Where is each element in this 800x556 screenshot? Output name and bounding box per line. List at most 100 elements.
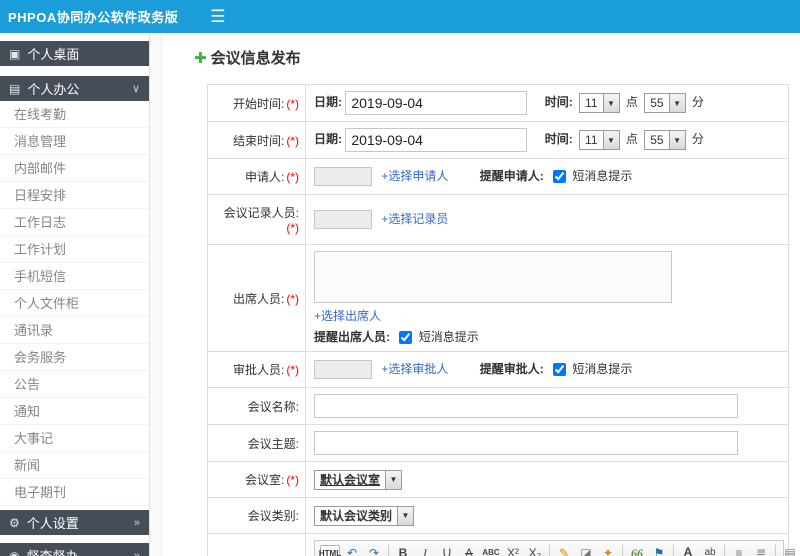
choose-attendees-link[interactable]: +选择出席人: [314, 309, 381, 323]
approver-label: 审批人员: (*): [207, 351, 306, 388]
page-title-text: 会议信息发布: [210, 50, 301, 67]
sidebar-item-meeting-service[interactable]: 会务服务: [0, 344, 149, 371]
sidebar-item-label: 个人设置: [26, 516, 79, 531]
sidebar-item-attendance[interactable]: 在线考勤: [0, 101, 149, 128]
form-row-attendees: 出席人员: (*) +选择出席人 提醒出席人员: 短消息提示: [207, 244, 789, 352]
sidebar-scrollbar[interactable]: [150, 33, 162, 556]
main-content: ✚ 会议信息发布 开始时间:(*) 日期: 时间: 11▼ 点 55▼: [162, 33, 800, 556]
time-label: 时间:: [544, 95, 573, 110]
sms-label: 短消息提示: [572, 168, 633, 183]
sidebar-item-work-plan[interactable]: 工作计划: [0, 236, 149, 263]
form-row-applicant: 申请人: (*) +选择申请人 提醒申请人: 短消息提示: [207, 158, 789, 195]
sidebar-item-file-cabinet[interactable]: 个人文件柜: [0, 290, 149, 317]
choose-approver-link[interactable]: +选择审批人: [381, 362, 448, 376]
ordered-list-icon[interactable]: ≡: [729, 543, 749, 556]
form-row-meeting-room: 会议室: (*) 默认会议室 ▼: [207, 461, 789, 498]
form-row-approver: 审批人员: (*) +选择审批人 提醒审批人: 短消息提示: [207, 351, 789, 388]
strikethrough-icon[interactable]: A: [459, 543, 479, 556]
hour-unit: 点: [625, 132, 638, 147]
sidebar-item-contacts[interactable]: 通讯录: [0, 317, 149, 344]
superscript-icon[interactable]: X²: [503, 543, 523, 556]
recorder-input[interactable]: [314, 210, 372, 230]
undo-icon[interactable]: ↶: [342, 543, 362, 556]
meeting-topic-input[interactable]: [314, 431, 738, 455]
highlight-color-icon[interactable]: ab: [700, 545, 720, 556]
toolbar-separator: [388, 545, 389, 556]
choose-recorder-link[interactable]: +选择记录员: [381, 212, 448, 226]
bold-icon[interactable]: B: [393, 543, 413, 556]
sidebar-item-supervision[interactable]: ◉ 督查督办 »: [0, 543, 149, 556]
remind-applicant-label: 提醒申请人:: [479, 168, 544, 183]
minute-unit: 分: [691, 95, 704, 110]
form-row-content-editor: HTML ↶ ↷ B I U A ABC X² X₂ ✎ ◪ ✦ 66 ⚑ A …: [207, 533, 796, 556]
end-date-input[interactable]: [345, 128, 528, 152]
form-row-meeting-topic: 会议主题:: [207, 424, 789, 462]
clear-style-icon[interactable]: ✦: [598, 543, 618, 556]
sidebar-item-e-journal[interactable]: 电子期刊: [0, 479, 149, 506]
applicant-sms-checkbox[interactable]: [553, 170, 567, 184]
meeting-room-select[interactable]: 默认会议室 ▼: [314, 469, 403, 490]
sidebar-item-work-log[interactable]: 工作日志: [0, 209, 149, 236]
underline-icon[interactable]: U: [437, 543, 457, 556]
end-minute-select[interactable]: 55 ▼: [644, 130, 686, 150]
sidebar-item-personal-office[interactable]: ▤ 个人办公 ∨: [0, 76, 149, 101]
format-painter-icon[interactable]: ✎: [554, 543, 574, 556]
attendees-sms-checkbox[interactable]: [399, 331, 413, 345]
start-hour-select[interactable]: 11 ▼: [579, 93, 620, 113]
page-title: ✚ 会议信息发布: [194, 47, 800, 68]
sidebar-item-schedule[interactable]: 日程安排: [0, 182, 149, 209]
form-row-meeting-name: 会议名称:: [207, 387, 789, 425]
subscript-icon[interactable]: X₂: [525, 543, 545, 556]
unordered-list-icon[interactable]: ≣: [751, 543, 771, 556]
editor-label-cell: [207, 533, 306, 556]
desktop-icon: ▣: [9, 46, 21, 61]
html-source-icon[interactable]: HTML: [319, 545, 341, 556]
meeting-name-label: 会议名称:: [207, 387, 306, 425]
form-row-start-time: 开始时间:(*) 日期: 时间: 11▼ 点 55▼ 分: [207, 84, 789, 122]
sidebar-item-notice[interactable]: 通知: [0, 398, 149, 425]
form-row-recorder: 会议记录人员:(*) +选择记录员: [207, 194, 789, 245]
sidebar-item-label: 督查督办: [26, 546, 78, 556]
attendees-textarea[interactable]: [314, 251, 672, 303]
date-label: 日期:: [314, 132, 342, 147]
sms-label: 短消息提示: [418, 330, 479, 344]
rich-text-editor[interactable]: HTML ↶ ↷ B I U A ABC X² X₂ ✎ ◪ ✦ 66 ⚑ A …: [314, 540, 796, 556]
start-minute-select[interactable]: 55 ▼: [644, 93, 686, 113]
sidebar-item-internal-mail[interactable]: 内部邮件: [0, 155, 149, 182]
sidebar-office-submenu: 在线考勤 消息管理 内部邮件 日程安排 工作日志 工作计划 手机短信 个人文件柜…: [0, 101, 149, 506]
approver-sms-checkbox[interactable]: [553, 363, 567, 377]
remind-attendees-label: 提醒出席人员:: [314, 330, 390, 344]
sidebar-item-sms[interactable]: 手机短信: [0, 263, 149, 290]
sidebar-item-announcement[interactable]: 公告: [0, 371, 149, 398]
chevron-down-icon: ∨: [131, 83, 140, 95]
attendees-label: 出席人员: (*): [207, 244, 306, 352]
blockquote-icon[interactable]: 66: [627, 543, 647, 556]
meeting-name-input[interactable]: [314, 394, 738, 418]
sidebar-item-news[interactable]: 新闻: [0, 452, 149, 479]
italic-icon[interactable]: I: [415, 543, 435, 556]
start-date-input[interactable]: [345, 91, 528, 115]
form-row-end-time: 结束时间:(*) 日期: 时间: 11▼ 点 55▼ 分: [207, 121, 789, 159]
end-hour-select[interactable]: 11 ▼: [579, 130, 620, 150]
eraser-icon[interactable]: ◪: [576, 543, 596, 556]
toolbar-separator: [622, 545, 623, 556]
sidebar-item-personal-settings[interactable]: ⚙ 个人设置 »: [0, 510, 149, 535]
applicant-input[interactable]: [314, 167, 372, 187]
toolbar-separator: [549, 545, 550, 556]
sidebar-item-personal-desktop[interactable]: ▣ 个人桌面: [0, 41, 149, 66]
spellcheck-icon[interactable]: ABC: [481, 546, 501, 556]
paste-icon[interactable]: ⚑: [649, 543, 669, 556]
meeting-form: 开始时间:(*) 日期: 时间: 11▼ 点 55▼ 分 结束时间:(*: [207, 84, 796, 556]
font-color-icon[interactable]: A: [678, 545, 698, 556]
redo-icon[interactable]: ↷: [364, 543, 384, 556]
chevron-down-icon: ▼: [602, 131, 619, 149]
choose-applicant-link[interactable]: +选择申请人: [381, 169, 448, 183]
approver-input[interactable]: [314, 360, 372, 380]
meeting-category-select[interactable]: 默认会议类别 ▼: [314, 505, 415, 526]
sidebar-item-events[interactable]: 大事记: [0, 425, 149, 452]
page-break-icon[interactable]: ▤: [780, 543, 800, 556]
sidebar-item-messages[interactable]: 消息管理: [0, 128, 149, 155]
hamburger-menu-icon[interactable]: ☰: [210, 8, 225, 25]
hour-unit: 点: [625, 95, 638, 110]
chevron-down-icon: ▼: [668, 131, 685, 149]
